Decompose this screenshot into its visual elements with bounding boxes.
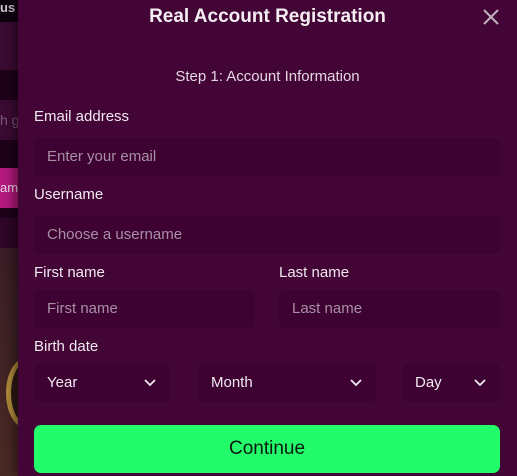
username-field[interactable]: Choose a username [34,216,500,254]
continue-button[interactable]: Continue [34,425,500,473]
birth-date-label: Birth date [34,338,99,355]
email-label: Email address [34,108,130,125]
chevron-down-icon [474,379,486,387]
year-select[interactable]: Year [34,364,170,402]
month-select-value: Month [211,374,253,391]
chevron-down-icon [350,379,362,387]
first-name-label: First name [34,264,105,281]
first-name-field[interactable]: First name [34,290,255,328]
last-name-field[interactable]: Last name [279,290,500,328]
modal-title: Real Account Registration [149,6,386,27]
close-icon [483,9,499,25]
day-select-value: Day [415,374,442,391]
close-button[interactable] [481,7,501,27]
last-name-label: Last name [279,264,350,281]
year-select-value: Year [47,374,78,391]
registration-modal: Real Account Registration Step 1: Accoun… [18,0,517,476]
chevron-down-icon [144,379,156,387]
month-select[interactable]: Month [198,364,376,402]
email-field[interactable]: Enter your email [34,138,500,176]
username-label: Username [34,186,104,203]
step-indicator: Step 1: Account Information [175,68,360,85]
day-select[interactable]: Day [402,364,500,402]
